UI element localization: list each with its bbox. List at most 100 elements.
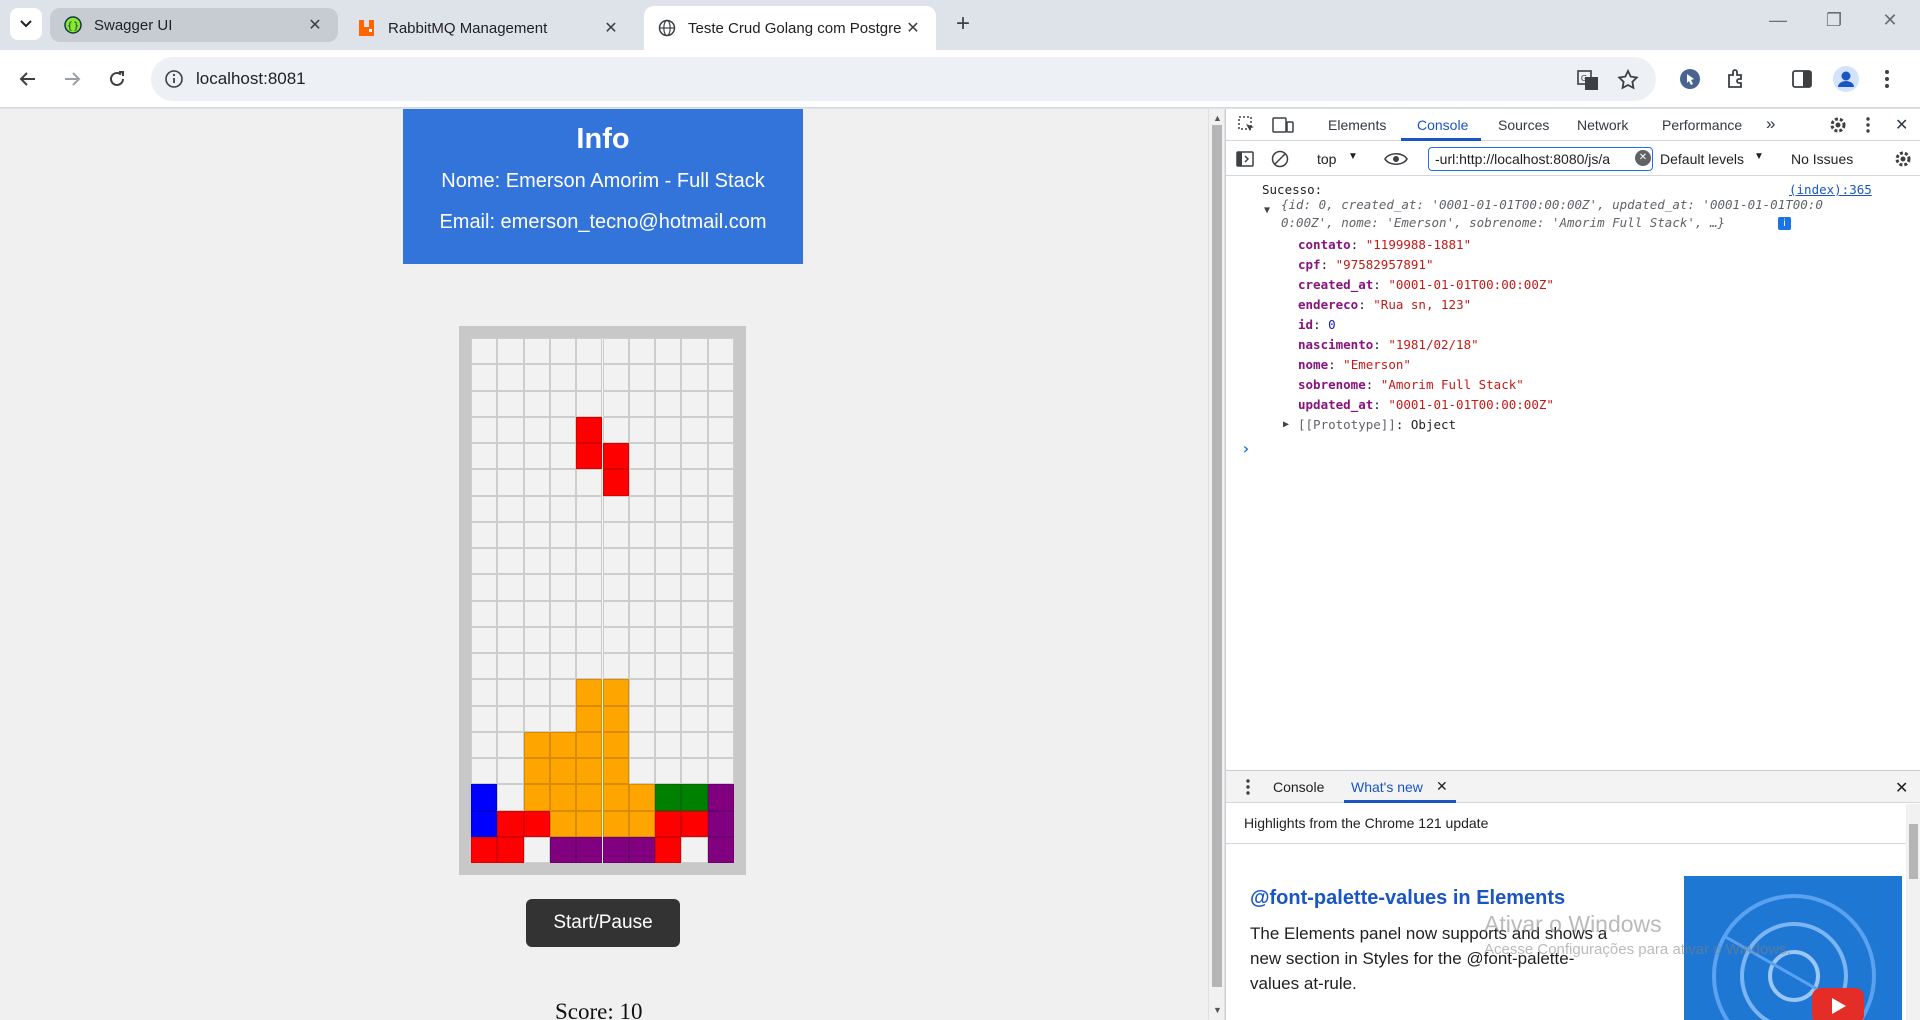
scrollbar-thumb[interactable]: [1909, 824, 1918, 879]
inspect-element-icon[interactable]: [1238, 116, 1256, 134]
tetris-empty-cell: [628, 626, 656, 653]
back-button[interactable]: [14, 65, 42, 93]
tetris-empty-cell: [497, 469, 524, 496]
clear-filter-icon[interactable]: ✕: [1635, 150, 1651, 166]
console-prompt[interactable]: ›: [1241, 439, 1251, 458]
close-window-icon[interactable]: ✕: [1870, 10, 1910, 38]
expand-triangle-icon[interactable]: ▶: [1283, 419, 1289, 430]
property-row[interactable]: id: 0: [1298, 317, 1336, 332]
tab-rabbitmq[interactable]: RabbitMQ Management ✕: [344, 6, 634, 50]
scroll-up-arrow-icon[interactable]: ▲: [1213, 113, 1222, 123]
devtools-tab-console[interactable]: Console: [1417, 117, 1468, 133]
live-expression-eye-icon[interactable]: [1384, 151, 1408, 167]
property-row[interactable]: cpf: "97582957891": [1298, 257, 1433, 272]
profile-avatar-icon[interactable]: [1832, 65, 1860, 93]
sidebar-toggle-icon[interactable]: [1236, 150, 1254, 168]
tetris-empty-cell: [576, 600, 603, 627]
devtools-drawer: Console What's new ✕ ✕ Highlights from t…: [1226, 770, 1920, 1020]
url-text[interactable]: localhost:8081: [196, 69, 306, 89]
scroll-down-arrow-icon[interactable]: ▼: [1213, 1005, 1222, 1015]
translate-icon[interactable]: G: [1576, 68, 1600, 92]
device-toolbar-icon[interactable]: [1272, 116, 1294, 134]
tetris-empty-cell: [549, 338, 577, 365]
svg-text:{}: {}: [67, 21, 80, 32]
property-row[interactable]: endereco: "Rua sn, 123": [1298, 297, 1471, 312]
start-pause-button[interactable]: Start/Pause: [526, 899, 680, 947]
issues-counter[interactable]: No Issues: [1791, 151, 1853, 167]
forward-button[interactable]: [58, 65, 86, 93]
active-tab-indicator: [1401, 138, 1481, 141]
address-bar[interactable]: localhost:8081 G: [151, 57, 1656, 101]
drawer-scrollbar[interactable]: [1906, 804, 1920, 1020]
minimize-icon[interactable]: —: [1758, 10, 1798, 38]
bookmark-star-icon[interactable]: [1616, 68, 1640, 92]
close-icon[interactable]: ✕: [602, 18, 620, 38]
close-icon[interactable]: ✕: [306, 15, 324, 35]
object-summary-line1[interactable]: {id: 0, created_at: '0001-01-01T00:00:00…: [1281, 197, 1823, 212]
whats-new-heading[interactable]: @font-palette-values in Elements: [1250, 887, 1565, 910]
tetris-empty-cell: [602, 390, 629, 417]
tetris-empty-cell: [497, 758, 524, 785]
page-scrollbar[interactable]: ▲ ▼: [1208, 109, 1224, 1020]
tetris-empty-cell: [497, 731, 524, 758]
close-icon[interactable]: ✕: [904, 18, 922, 38]
expand-triangle-icon[interactable]: ▼: [1264, 205, 1270, 216]
browser-menu-icon[interactable]: [1882, 67, 1892, 91]
more-tabs-icon[interactable]: »: [1766, 114, 1775, 134]
tetris-empty-cell: [471, 469, 498, 496]
extensions-puzzle-icon[interactable]: [1724, 67, 1748, 91]
console-settings-gear-icon[interactable]: [1894, 150, 1912, 168]
tetris-block: [471, 836, 498, 863]
reload-button[interactable]: [103, 65, 131, 93]
tab-teste-crud[interactable]: Teste Crud Golang com Postgre ✕: [644, 6, 936, 50]
property-row[interactable]: nascimento: "1981/02/18": [1298, 337, 1479, 352]
tetris-empty-cell: [707, 679, 734, 706]
tab-search-button[interactable]: [10, 8, 42, 40]
console-source-link[interactable]: (index):365: [1789, 182, 1872, 197]
tetris-empty-cell: [628, 390, 656, 417]
info-badge-icon[interactable]: i: [1778, 217, 1791, 230]
tetris-empty-cell: [523, 548, 550, 575]
devtools-menu-icon[interactable]: [1864, 116, 1872, 134]
devtools-tab-performance[interactable]: Performance: [1662, 117, 1742, 133]
youtube-play-icon[interactable]: [1812, 988, 1864, 1020]
tetris-block: [602, 679, 629, 706]
tab-title: Teste Crud Golang com Postgre: [688, 19, 902, 37]
property-row[interactable]: contato: "1199988-1881": [1298, 237, 1471, 252]
extension-cursor-icon[interactable]: [1678, 67, 1702, 91]
restore-icon[interactable]: ❐: [1814, 10, 1854, 38]
tetris-empty-cell: [655, 758, 682, 785]
devtools-tab-elements[interactable]: Elements: [1328, 117, 1386, 133]
tetris-empty-cell: [628, 758, 656, 785]
tetris-empty-cell: [681, 338, 708, 365]
close-tab-icon[interactable]: ✕: [1436, 778, 1448, 795]
drawer-menu-icon[interactable]: [1244, 778, 1252, 796]
new-tab-button[interactable]: +: [950, 12, 976, 38]
devtools-tab-network[interactable]: Network: [1577, 117, 1628, 133]
info-email: Email: emerson_tecno@hotmail.com: [439, 211, 767, 233]
tetris-empty-cell: [681, 495, 708, 522]
drawer-tab-whats-new[interactable]: What's new: [1351, 779, 1423, 795]
tetris-empty-cell: [471, 364, 498, 391]
log-levels-dropdown[interactable]: Default levels: [1660, 151, 1744, 167]
devtools-tab-sources[interactable]: Sources: [1498, 117, 1549, 133]
property-row[interactable]: sobrenome: "Amorim Full Stack": [1298, 377, 1524, 392]
tetris-block: [523, 810, 550, 837]
clear-console-icon[interactable]: [1271, 150, 1289, 168]
scrollbar-thumb[interactable]: [1212, 125, 1222, 987]
console-filter-input[interactable]: -url:http://localhost:8080/js/a: [1428, 147, 1653, 171]
property-row[interactable]: nome: "Emerson": [1298, 357, 1411, 372]
tetris-empty-cell: [549, 469, 577, 496]
context-selector[interactable]: top: [1317, 151, 1336, 167]
site-info-icon[interactable]: [164, 69, 184, 89]
tab-swagger[interactable]: {} Swagger UI ✕: [50, 8, 338, 42]
prototype-row[interactable]: [[Prototype]]: Object: [1298, 417, 1456, 432]
property-row[interactable]: created_at: "0001-01-01T00:00:00Z": [1298, 277, 1554, 292]
object-summary-line2[interactable]: 0:00Z', nome: 'Emerson', sobrenome: 'Amo…: [1281, 215, 1725, 230]
settings-gear-icon[interactable]: [1829, 116, 1847, 134]
drawer-tab-console[interactable]: Console: [1273, 779, 1324, 795]
close-devtools-icon[interactable]: ✕: [1895, 115, 1908, 135]
property-row[interactable]: updated_at: "0001-01-01T00:00:00Z": [1298, 397, 1554, 412]
close-drawer-icon[interactable]: ✕: [1895, 778, 1908, 798]
side-panel-icon[interactable]: [1790, 67, 1814, 91]
